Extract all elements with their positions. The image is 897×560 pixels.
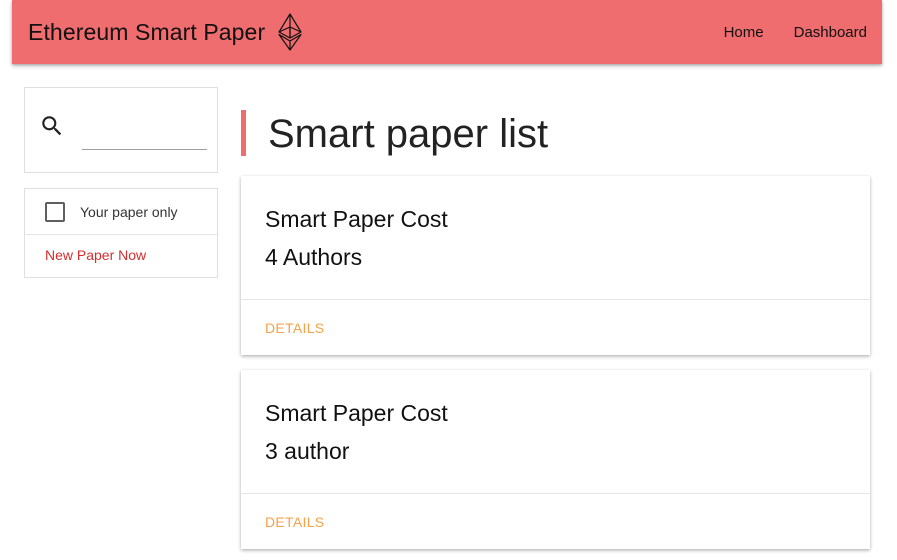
app-title[interactable]: Ethereum Smart Paper [28, 19, 265, 46]
paper-card-body: Smart Paper Cost 3 author [241, 370, 870, 494]
your-paper-only-checkbox[interactable] [45, 201, 65, 222]
search-card [24, 87, 218, 173]
paper-card: Smart Paper Cost 3 author DETAILS [241, 370, 870, 549]
app-bar: Ethereum Smart Paper Home Dashboard [12, 0, 882, 64]
top-nav: Home Dashboard [694, 0, 867, 64]
paper-authors: 4 Authors [265, 244, 363, 270]
search-icon[interactable] [39, 113, 65, 139]
search-input[interactable] [82, 122, 207, 150]
paper-authors: 3 author [265, 438, 350, 464]
nav-home-link[interactable]: Home [724, 24, 764, 41]
nav-dashboard-link[interactable]: Dashboard [794, 24, 867, 41]
brand[interactable]: Ethereum Smart Paper [28, 0, 303, 64]
paper-card: Smart Paper Cost 4 Authors DETAILS [241, 176, 870, 355]
page-title: Smart paper list [268, 112, 549, 156]
paper-title: Smart Paper Cost [265, 206, 448, 232]
paper-title: Smart Paper Cost [265, 400, 448, 426]
details-button[interactable]: DETAILS [265, 320, 324, 336]
ethereum-icon [278, 13, 302, 51]
heading-accent-bar [241, 110, 246, 156]
filter-card: Your paper only New Paper Now [24, 188, 218, 278]
details-button[interactable]: DETAILS [265, 514, 324, 530]
new-paper-link[interactable]: New Paper Now [45, 247, 146, 263]
your-paper-only-toggle[interactable]: Your paper only [25, 189, 217, 235]
your-paper-only-label: Your paper only [80, 203, 178, 220]
paper-card-body: Smart Paper Cost 4 Authors [241, 176, 870, 300]
